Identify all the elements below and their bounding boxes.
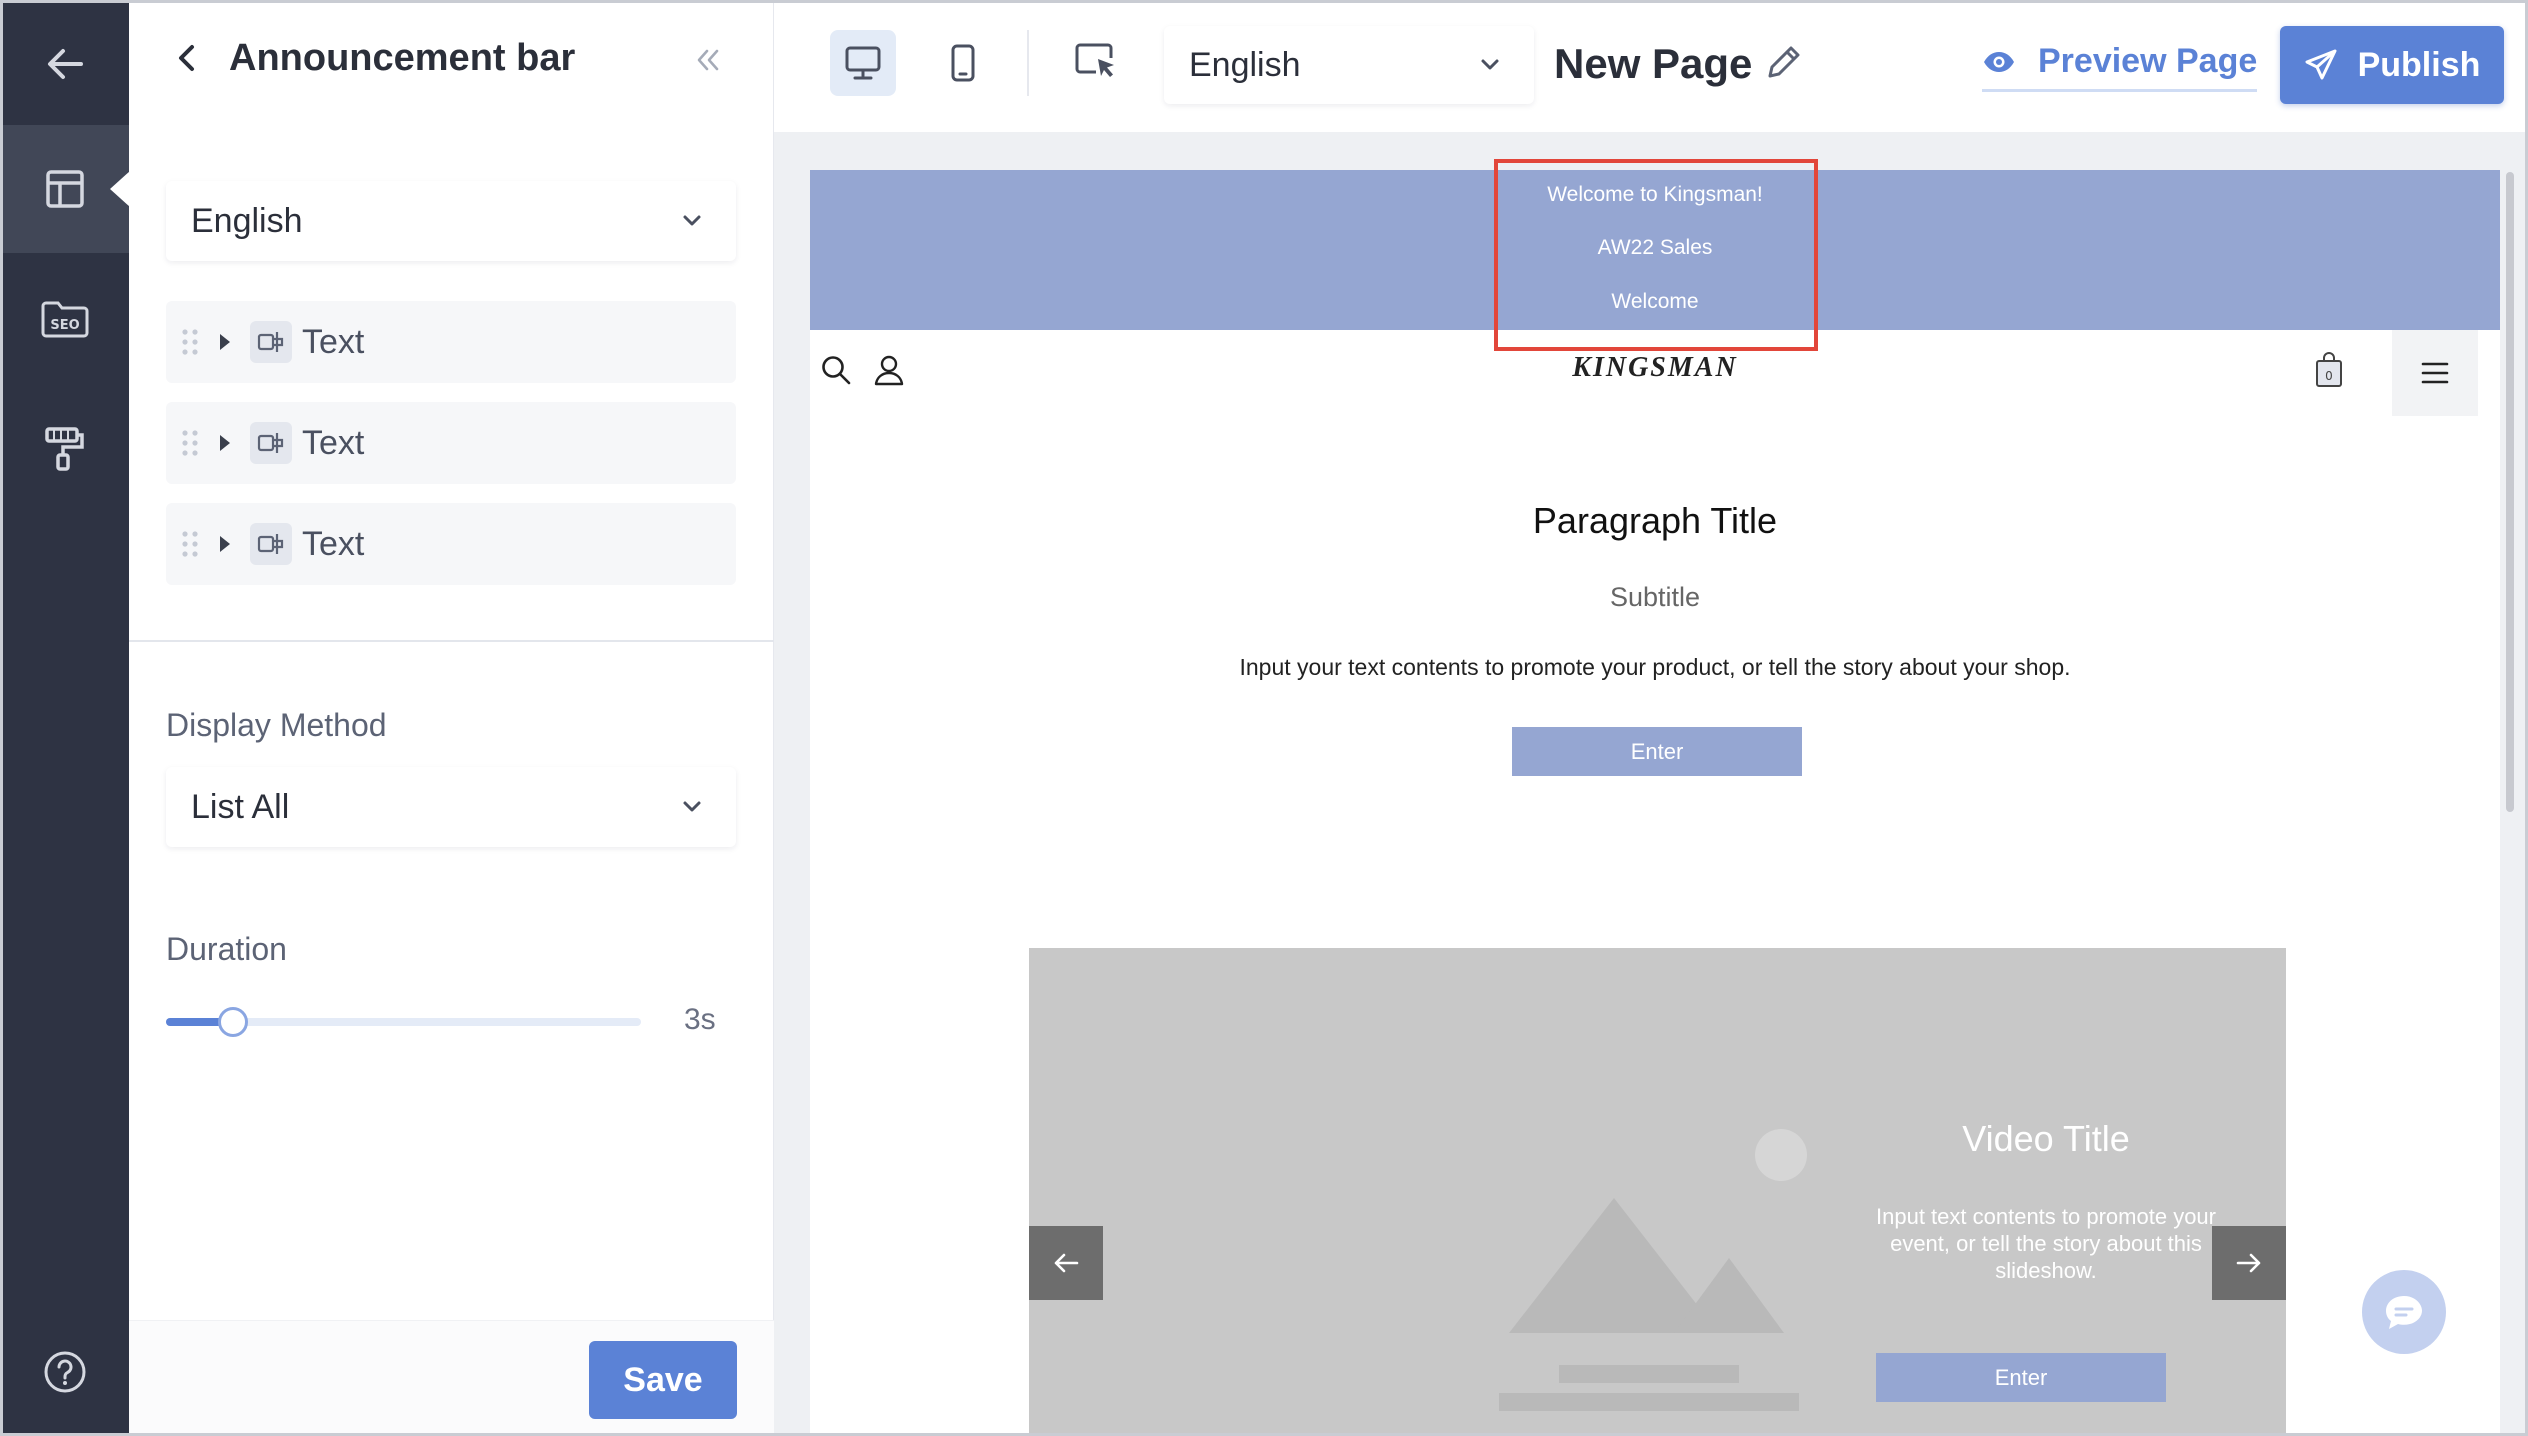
window-frame [0,0,2528,1436]
